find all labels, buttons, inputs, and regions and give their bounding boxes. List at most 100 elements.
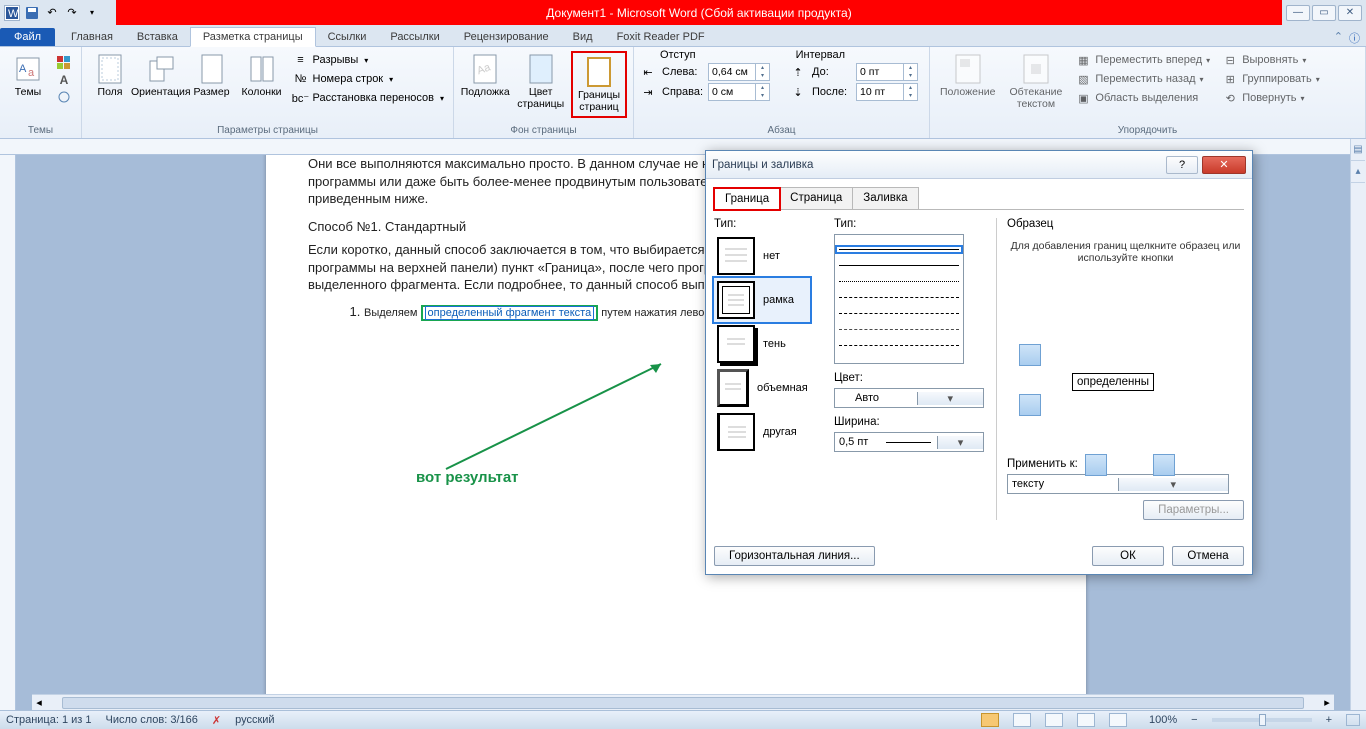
file-tab[interactable]: Файл <box>0 28 55 46</box>
zoom-dialog-icon[interactable] <box>1346 714 1360 726</box>
rotate-button[interactable]: ⟲Повернуть▾ <box>1219 89 1323 107</box>
help-icon[interactable]: ⓘ <box>1349 30 1360 46</box>
close-button[interactable]: ✕ <box>1338 5 1362 21</box>
ribbon-right-controls: ⌃ ⓘ <box>1334 30 1366 46</box>
sample-column: Образец Для добавления границ щелкните о… <box>996 218 1244 520</box>
type-custom[interactable]: другая <box>714 410 810 454</box>
tab-page-layout[interactable]: Разметка страницы <box>190 27 316 47</box>
status-zoom[interactable]: 100% <box>1149 714 1177 726</box>
selection-pane-button[interactable]: ▣Область выделения <box>1072 89 1213 107</box>
minimize-button[interactable]: — <box>1286 5 1310 21</box>
qat-dropdown-icon[interactable]: ▾ <box>84 5 100 21</box>
hyphenation-button[interactable]: bc⁻Расстановка переносов▾ <box>290 89 448 107</box>
wrap-text-button[interactable]: Обтекание текстом <box>1006 51 1067 112</box>
size-button[interactable]: Размер <box>190 51 234 101</box>
tab-mailings[interactable]: Рассылки <box>378 28 451 46</box>
tab-references[interactable]: Ссылки <box>316 28 379 46</box>
page-borders-icon <box>583 56 615 88</box>
border-top-button[interactable] <box>1019 344 1041 366</box>
zoom-in-button[interactable]: + <box>1326 714 1332 726</box>
breaks-button[interactable]: ≡Разрывы▾ <box>290 51 448 69</box>
group-page-background: AaПодложка Цвет страницы Границы страниц… <box>454 47 634 138</box>
position-button[interactable]: Положение <box>936 51 1000 101</box>
group-label-page-setup: Параметры страницы <box>82 124 453 138</box>
bordered-text[interactable]: определенный фрагмент текста <box>425 306 595 320</box>
dialog-help-button[interactable]: ? <box>1166 156 1198 174</box>
tab-foxit[interactable]: Foxit Reader PDF <box>605 28 717 46</box>
send-backward-button[interactable]: ▧Переместить назад▾ <box>1072 70 1213 88</box>
ruler-toggle-icon[interactable]: ▤ <box>1351 139 1365 161</box>
type-box[interactable]: рамка <box>714 278 810 322</box>
apply-to-combo[interactable]: тексту▾ <box>1007 474 1229 494</box>
view-draft-button[interactable] <box>1109 713 1127 727</box>
view-outline-button[interactable] <box>1077 713 1095 727</box>
vertical-ruler[interactable] <box>0 155 16 710</box>
indent-right-input[interactable]: ▴▾ <box>708 83 770 101</box>
margins-button[interactable]: Поля <box>88 51 132 101</box>
indent-heading: Отступ <box>660 49 696 61</box>
dialog-titlebar[interactable]: Границы и заливка ? ✕ <box>706 151 1252 179</box>
group-label-arrange: Упорядочить <box>930 124 1365 138</box>
view-print-layout-button[interactable] <box>981 713 999 727</box>
sample-text: определенны <box>1072 373 1154 391</box>
dialog-close-button[interactable]: ✕ <box>1202 156 1246 174</box>
spellcheck-icon[interactable]: ✗ <box>212 714 221 727</box>
line-numbers-button[interactable]: №Номера строк▾ <box>290 70 448 88</box>
color-combo[interactable]: Авто▾ <box>834 388 984 408</box>
horizontal-line-button[interactable]: Горизонтальная линия... <box>714 546 875 566</box>
columns-button[interactable]: Колонки <box>240 51 284 101</box>
line-style-list[interactable] <box>834 234 964 364</box>
themes-button[interactable]: Aa Темы <box>6 51 50 101</box>
restore-button[interactable]: ▭ <box>1312 5 1336 21</box>
zoom-slider[interactable] <box>1212 718 1312 722</box>
redo-icon[interactable]: ↷ <box>64 5 80 21</box>
group-button[interactable]: ⊞Группировать▾ <box>1219 70 1323 88</box>
orientation-button[interactable]: Ориентация <box>138 51 184 101</box>
border-bottom-button[interactable] <box>1019 394 1041 416</box>
type-none[interactable]: нет <box>714 234 810 278</box>
tab-home[interactable]: Главная <box>59 28 125 46</box>
page-borders-button[interactable]: Границы страниц <box>574 54 624 115</box>
align-button[interactable]: ⊟Выровнять▾ <box>1219 51 1323 69</box>
status-page[interactable]: Страница: 1 из 1 <box>6 714 92 726</box>
space-after-icon: ⇣ <box>790 84 806 100</box>
watermark-button[interactable]: AaПодложка <box>460 51 510 101</box>
hyphenation-icon: bc⁻ <box>293 90 309 106</box>
ribbon: Aa Темы A Темы Поля Ориентация Размер Ко… <box>0 47 1366 139</box>
status-language[interactable]: русский <box>235 714 274 726</box>
width-combo[interactable]: 0,5 пт▾ <box>834 432 984 452</box>
ribbon-minimize-icon[interactable]: ⌃ <box>1334 30 1343 46</box>
border-right-button[interactable] <box>1153 454 1175 476</box>
view-fullscreen-button[interactable] <box>1013 713 1031 727</box>
zoom-out-button[interactable]: − <box>1191 714 1197 726</box>
svg-text:A: A <box>19 63 27 75</box>
tab-view[interactable]: Вид <box>561 28 605 46</box>
dialog-tab-border[interactable]: Граница <box>714 188 780 210</box>
bring-forward-button[interactable]: ▦Переместить вперед▾ <box>1072 51 1213 69</box>
border-left-button[interactable] <box>1085 454 1107 476</box>
dialog-tab-page[interactable]: Страница <box>779 187 853 209</box>
tab-review[interactable]: Рецензирование <box>452 28 561 46</box>
send-backward-icon: ▧ <box>1075 71 1091 87</box>
cancel-button[interactable]: Отмена <box>1172 546 1244 566</box>
horizontal-scrollbar[interactable]: ◂▸ <box>32 694 1334 710</box>
status-words[interactable]: Число слов: 3/166 <box>106 714 198 726</box>
theme-effects-icon[interactable] <box>56 89 72 105</box>
scroll-up-icon[interactable]: ▴ <box>1351 161 1365 183</box>
dialog-tab-shading[interactable]: Заливка <box>852 187 918 209</box>
rotate-icon: ⟲ <box>1222 90 1238 106</box>
tab-insert[interactable]: Вставка <box>125 28 190 46</box>
type-3d[interactable]: объемная <box>714 366 810 410</box>
undo-icon[interactable]: ↶ <box>44 5 60 21</box>
theme-colors-icon[interactable] <box>56 55 72 71</box>
theme-fonts-icon[interactable]: A <box>56 72 72 88</box>
page-color-button[interactable]: Цвет страницы <box>516 51 565 112</box>
save-icon[interactable] <box>24 5 40 21</box>
type-shadow[interactable]: тень <box>714 322 810 366</box>
view-web-button[interactable] <box>1045 713 1063 727</box>
space-after-input[interactable]: ▴▾ <box>856 83 918 101</box>
ok-button[interactable]: ОК <box>1092 546 1164 566</box>
chevron-down-icon: ▾ <box>1118 478 1229 491</box>
space-before-input[interactable]: ▴▾ <box>856 63 918 81</box>
indent-left-input[interactable]: ▴▾ <box>708 63 770 81</box>
